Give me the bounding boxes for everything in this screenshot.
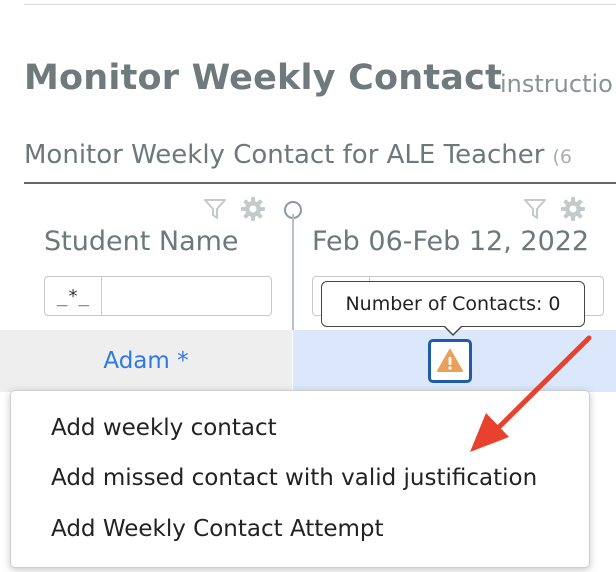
annotation-arrow-icon: [470, 335, 592, 452]
